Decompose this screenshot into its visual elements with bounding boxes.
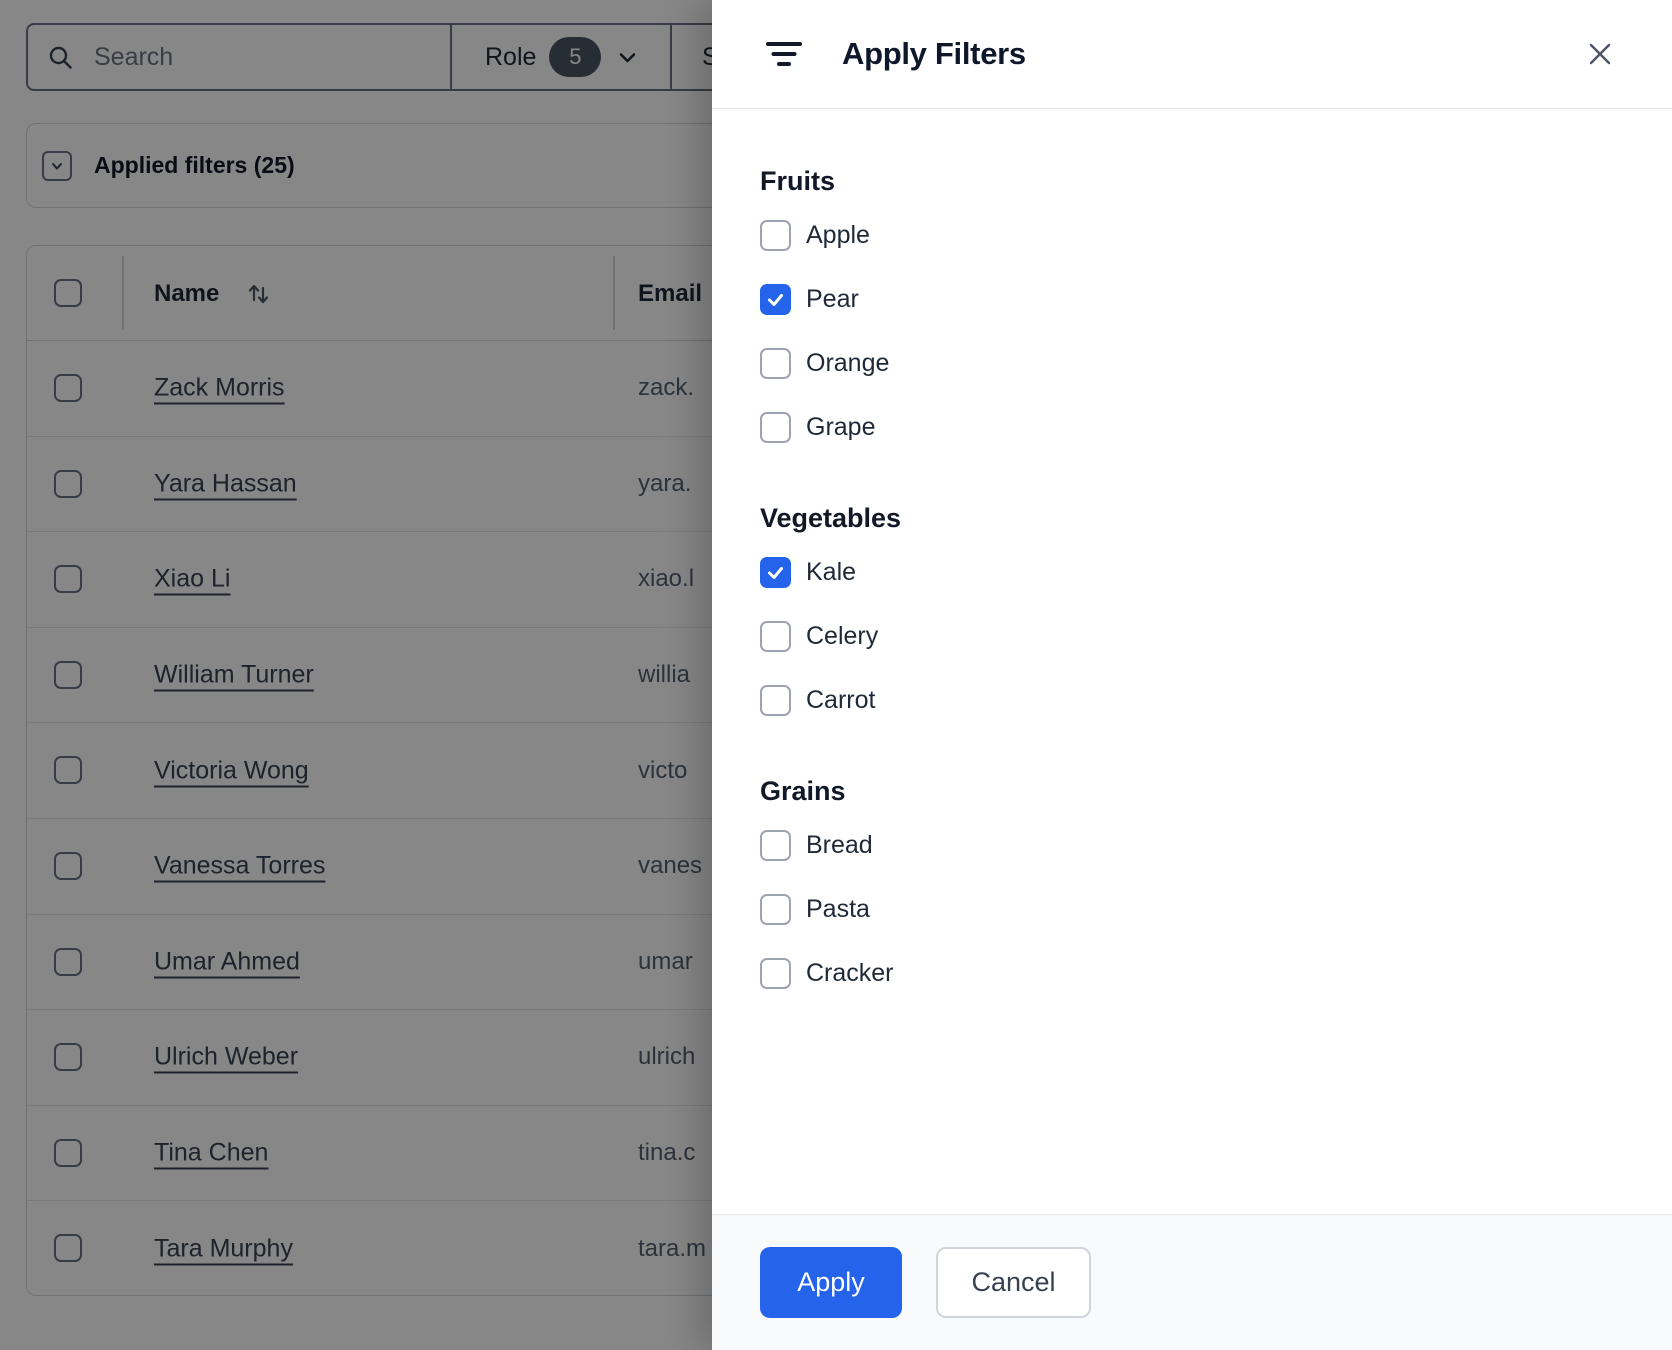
close-panel-button[interactable] [1583, 37, 1617, 71]
filter-option-cracker[interactable]: Cracker [760, 941, 1624, 1005]
panel-header: Apply Filters [712, 0, 1672, 109]
filter-section-grains: Grains Bread Pasta Cracker [760, 775, 1624, 1005]
filter-option-apple[interactable]: Apple [760, 203, 1624, 267]
panel-title: Apply Filters [842, 36, 1026, 71]
section-heading: Grains [760, 776, 846, 806]
option-label: Cracker [806, 958, 894, 987]
option-label: Carrot [806, 685, 876, 714]
option-label: Kale [806, 557, 857, 586]
option-label: Pasta [806, 894, 870, 923]
checkbox-unchecked[interactable] [760, 620, 791, 652]
option-label: Bread [806, 830, 873, 859]
filter-lines-icon [766, 42, 802, 66]
section-heading: Vegetables [760, 503, 902, 533]
filter-option-carrot[interactable]: Carrot [760, 668, 1624, 732]
filter-option-kale[interactable]: Kale [760, 540, 1624, 604]
app-screen: Search Role 5 S Applied filters (25) Nam… [0, 0, 1672, 1350]
section-heading: Fruits [760, 166, 836, 196]
apply-button[interactable]: Apply [760, 1247, 902, 1318]
filter-option-grape[interactable]: Grape [760, 395, 1624, 459]
filter-section-fruits: Fruits Apple Pear Orange Grape [760, 165, 1624, 459]
checkbox-unchecked[interactable] [760, 219, 791, 251]
checkbox-unchecked[interactable] [760, 411, 791, 443]
checkbox-unchecked[interactable] [760, 347, 791, 379]
option-label: Celery [806, 621, 879, 650]
apply-filters-panel: Apply Filters Fruits Apple Pear Orange Grape… [712, 0, 1672, 1350]
filter-option-pasta[interactable]: Pasta [760, 877, 1624, 941]
option-label: Orange [806, 348, 890, 377]
filter-sections: Fruits Apple Pear Orange Grape Vegetables Kale… [712, 109, 1672, 1214]
cancel-button[interactable]: Cancel [936, 1247, 1091, 1318]
close-icon [1586, 40, 1614, 68]
panel-footer: Apply Cancel [712, 1214, 1672, 1350]
checkbox-unchecked[interactable] [760, 957, 791, 989]
checkbox-checked[interactable] [760, 556, 791, 588]
checkbox-unchecked[interactable] [760, 829, 791, 861]
option-label: Apple [806, 220, 870, 249]
filter-section-vegetables: Vegetables Kale Celery Carrot [760, 502, 1624, 732]
filter-option-bread[interactable]: Bread [760, 813, 1624, 877]
filter-option-orange[interactable]: Orange [760, 331, 1624, 395]
filter-option-pear[interactable]: Pear [760, 267, 1624, 331]
option-label: Pear [806, 284, 859, 313]
checkbox-checked[interactable] [760, 283, 791, 315]
checkbox-unchecked[interactable] [760, 893, 791, 925]
option-label: Grape [806, 412, 876, 441]
filter-option-celery[interactable]: Celery [760, 604, 1624, 668]
checkbox-unchecked[interactable] [760, 684, 791, 716]
